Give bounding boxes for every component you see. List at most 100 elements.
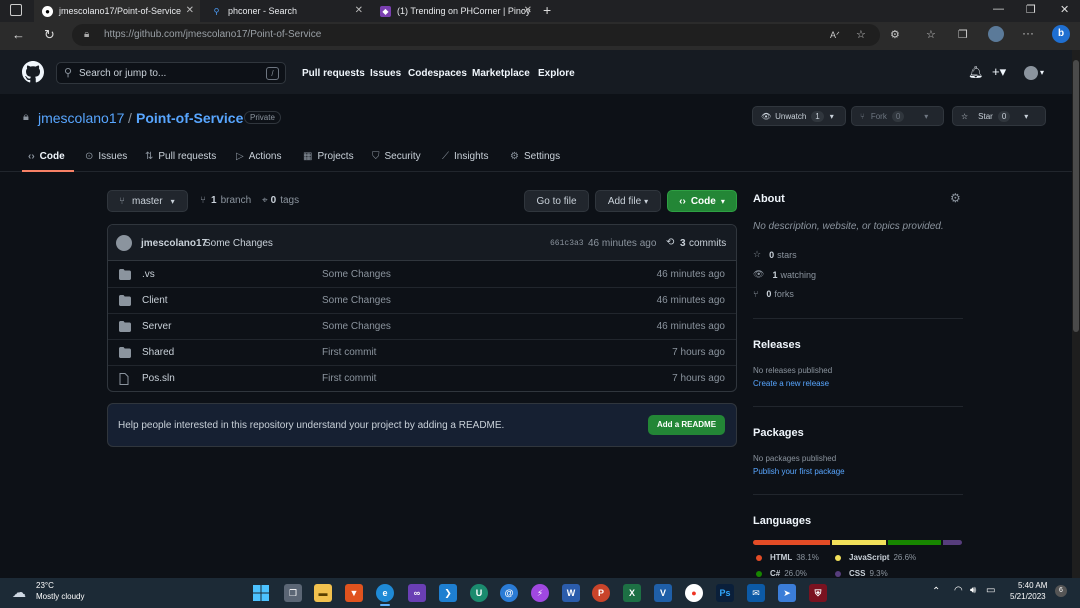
- network-app-icon[interactable]: ➤: [778, 584, 796, 602]
- nav-codespaces[interactable]: Codespaces: [408, 68, 467, 79]
- messenger-icon[interactable]: ⚡: [531, 584, 549, 602]
- tab-code[interactable]: ‹› Code: [28, 151, 65, 162]
- notification-count[interactable]: 6: [1055, 585, 1067, 597]
- chevron-up-icon[interactable]: ⌃: [932, 586, 940, 597]
- file-row[interactable]: Shared First commit 7 hours ago: [108, 340, 736, 366]
- volume-icon[interactable]: 🔊︎: [970, 585, 976, 596]
- clock-date[interactable]: 5/21/2023: [1010, 592, 1046, 601]
- file-commit-message-link[interactable]: Some Changes: [322, 295, 391, 306]
- profile-avatar[interactable]: [988, 26, 1004, 42]
- start-icon[interactable]: [252, 584, 270, 602]
- add-readme-button[interactable]: Add a README: [648, 415, 725, 435]
- nav-explore[interactable]: Explore: [538, 68, 575, 79]
- go-to-file-button[interactable]: Go to file: [524, 190, 589, 212]
- collections-icon[interactable]: ❐: [958, 28, 968, 41]
- tab-insights[interactable]: ⟋ Insights: [442, 151, 488, 162]
- favorite-add-icon[interactable]: ☆: [856, 28, 866, 41]
- tab-settings[interactable]: ⚙ Settings: [510, 151, 560, 162]
- fork-button[interactable]: ⑂ Fork 0 ▾: [851, 106, 944, 126]
- cloud-icon[interactable]: ☁: [12, 584, 26, 601]
- tags-link[interactable]: ⌖ 0 tags: [262, 195, 299, 206]
- maximize-icon[interactable]: ❐: [1026, 3, 1036, 16]
- bell-icon[interactable]: 🔔︎: [968, 65, 983, 79]
- file-name-link[interactable]: Server: [142, 321, 171, 332]
- file-name-link[interactable]: Pos.sln: [142, 373, 175, 384]
- recorder-icon[interactable]: ●: [685, 584, 703, 602]
- back-icon[interactable]: ←: [12, 27, 25, 42]
- search-input[interactable]: ⚲ Search or jump to... /: [56, 62, 286, 84]
- excel-icon[interactable]: X: [623, 584, 641, 602]
- chevron-down-icon[interactable]: ▾: [1040, 68, 1044, 77]
- repo-owner-link[interactable]: jmescolano17: [38, 110, 124, 126]
- shield-app-icon[interactable]: ⛨: [809, 584, 827, 602]
- branches-link[interactable]: ⑂ 1 branch: [200, 195, 251, 206]
- close-window-icon[interactable]: ✕: [1060, 3, 1069, 16]
- read-aloud-icon[interactable]: Aᐟ: [830, 30, 840, 41]
- create-release-link[interactable]: Create a new release: [753, 379, 829, 388]
- star-button[interactable]: ☆ Star 0 ▾: [952, 106, 1046, 126]
- tab-projects[interactable]: ▦ Projects: [303, 151, 354, 162]
- edge-icon[interactable]: e: [376, 584, 394, 602]
- browser-tab-search[interactable]: ⚲ phconer - Search ✕: [203, 0, 369, 22]
- close-icon[interactable]: ✕: [355, 5, 363, 16]
- file-explorer-icon[interactable]: ▬: [314, 584, 332, 602]
- wifi-icon[interactable]: ◠: [954, 585, 963, 596]
- nav-marketplace[interactable]: Marketplace: [472, 68, 530, 79]
- photoshop-icon[interactable]: Ps: [716, 584, 734, 602]
- stars-link[interactable]: ☆ 0 stars: [753, 249, 797, 260]
- commit-count[interactable]: 3: [680, 238, 686, 249]
- chat-app-icon[interactable]: @: [500, 584, 518, 602]
- commit-author-link[interactable]: jmescolano17: [141, 238, 207, 249]
- watchers-link[interactable]: 👁︎ 1 watching: [753, 269, 816, 280]
- publish-package-link[interactable]: Publish your first package: [753, 467, 845, 476]
- clock-time[interactable]: 5:40 AM: [1018, 581, 1047, 590]
- unwatch-button[interactable]: 👁︎ Unwatch 1 ▾: [752, 106, 846, 126]
- minimize-icon[interactable]: —: [993, 3, 1004, 15]
- word-icon[interactable]: W: [562, 584, 580, 602]
- forks-link[interactable]: ⑂ 0 forks: [753, 289, 794, 299]
- scrollbar-thumb[interactable]: [1073, 60, 1079, 332]
- language-item[interactable]: C# 26.0%: [756, 569, 807, 578]
- new-tab-icon[interactable]: +: [543, 2, 551, 18]
- commit-message-link[interactable]: Some Changes: [204, 238, 273, 249]
- powerpoint-icon[interactable]: P: [592, 584, 610, 602]
- tab-pull-requests[interactable]: ⇅ Pull requests: [145, 151, 216, 162]
- file-commit-message-link[interactable]: Some Changes: [322, 321, 391, 332]
- nav-issues[interactable]: Issues: [370, 68, 401, 79]
- browser-tab-github[interactable]: ● jmescolano17/Point-of-Service ✕: [34, 0, 200, 22]
- file-commit-message-link[interactable]: First commit: [322, 373, 376, 384]
- language-item[interactable]: JavaScript 26.6%: [835, 553, 916, 562]
- tab-actions-icon[interactable]: [10, 4, 22, 16]
- commit-sha-link[interactable]: 661c3a3: [550, 239, 584, 248]
- visual-studio-icon[interactable]: ∞: [408, 584, 426, 602]
- tab-actions[interactable]: ▷ Actions: [236, 151, 282, 162]
- more-icon[interactable]: ···: [1022, 26, 1034, 40]
- brave-icon[interactable]: ▼: [345, 584, 363, 602]
- branch-select-button[interactable]: ⑂ master ▾: [107, 190, 188, 212]
- github-logo-icon[interactable]: [22, 61, 44, 83]
- file-commit-message-link[interactable]: First commit: [322, 347, 376, 358]
- tab-issues[interactable]: ⊙ Issues: [85, 151, 127, 162]
- file-commit-message-link[interactable]: Some Changes: [322, 269, 391, 280]
- file-name-link[interactable]: Shared: [142, 347, 174, 358]
- file-row[interactable]: .vs Some Changes 46 minutes ago: [108, 262, 736, 288]
- refresh-icon[interactable]: ↻: [44, 27, 55, 43]
- file-row[interactable]: Server Some Changes 46 minutes ago: [108, 314, 736, 340]
- bing-icon[interactable]: b: [1052, 25, 1070, 43]
- file-name-link[interactable]: Client: [142, 295, 168, 306]
- file-row[interactable]: Pos.sln First commit 7 hours ago: [108, 366, 736, 391]
- vscode-icon[interactable]: ❯: [439, 584, 457, 602]
- visio-icon[interactable]: V: [654, 584, 672, 602]
- repo-name-link[interactable]: Point-of-Service: [136, 110, 243, 126]
- url-text[interactable]: https://github.com/jmescolano17/Point-of…: [104, 29, 321, 40]
- user-avatar[interactable]: [1024, 66, 1038, 80]
- outlook-icon[interactable]: ✉: [747, 584, 765, 602]
- author-avatar[interactable]: [116, 235, 132, 251]
- add-file-button[interactable]: Add file ▾: [595, 190, 661, 212]
- create-new-icon[interactable]: +▾: [992, 64, 1006, 80]
- close-icon[interactable]: ✕: [186, 5, 194, 16]
- upwork-icon[interactable]: U: [470, 584, 488, 602]
- browser-tab-phcorner[interactable]: ◆ (1) Trending on PHCorner | Pinoy ✕: [372, 0, 538, 22]
- close-icon[interactable]: ✕: [524, 5, 532, 16]
- favorites-icon[interactable]: ☆: [926, 28, 936, 41]
